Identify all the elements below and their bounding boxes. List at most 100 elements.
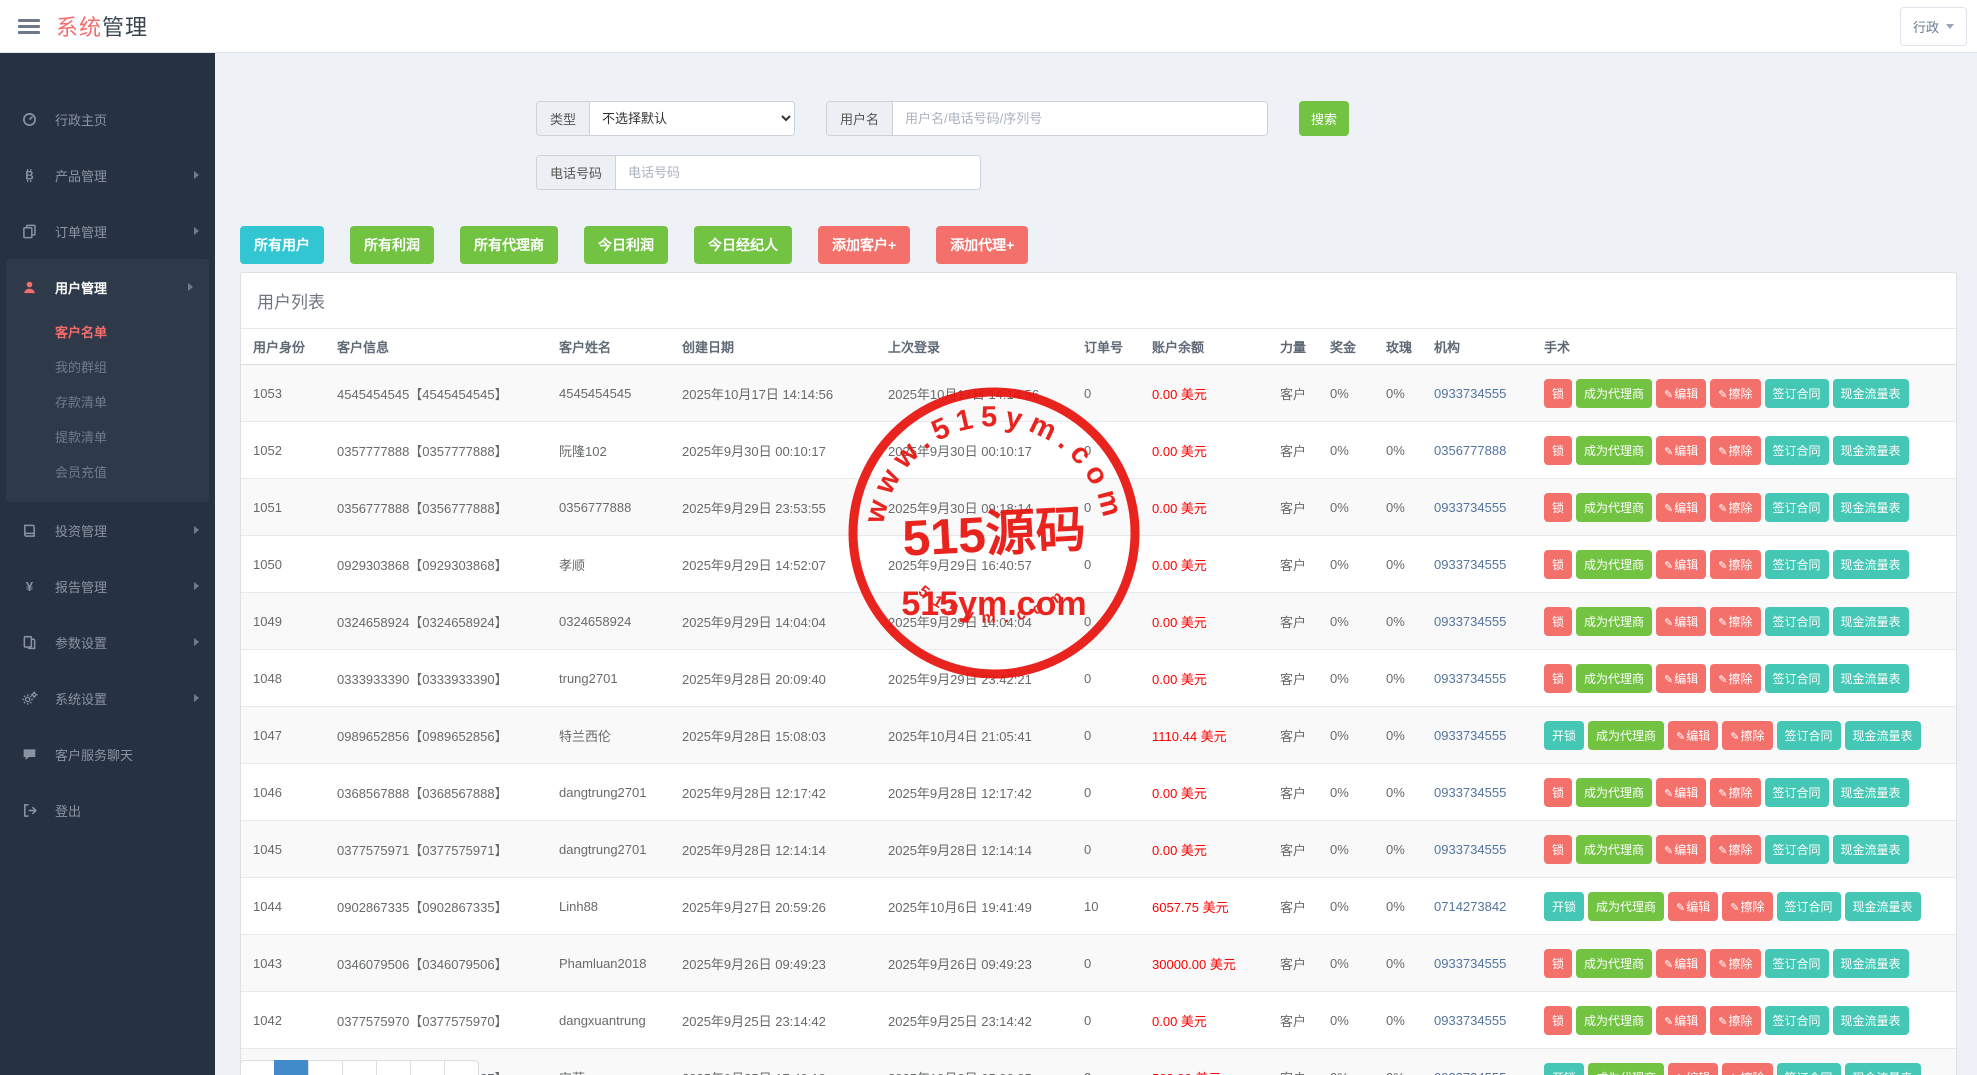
sign-contract-button[interactable]: 签订合同 [1765, 379, 1829, 408]
menu-toggle-icon[interactable] [18, 16, 40, 37]
username-input[interactable] [893, 102, 1267, 135]
cashflow-button[interactable]: 现金流量表 [1833, 379, 1909, 408]
add-agent-button[interactable]: 添加代理+ [936, 226, 1028, 264]
phone-input[interactable] [616, 156, 980, 189]
edit-button[interactable]: ✎编辑 [1656, 664, 1706, 693]
sign-contract-button[interactable]: 签订合同 [1765, 664, 1829, 693]
edit-button[interactable]: ✎编辑 [1668, 1063, 1718, 1075]
sidebar-item-products[interactable]: B产品管理 [0, 147, 215, 203]
edit-button[interactable]: ✎编辑 [1656, 835, 1706, 864]
erase-button[interactable]: ✎擦除 [1710, 436, 1760, 465]
become-agent-button[interactable]: 成为代理商 [1576, 1006, 1652, 1035]
page-3[interactable]: 3 [342, 1060, 377, 1075]
erase-button[interactable]: ✎擦除 [1710, 493, 1760, 522]
cashflow-button[interactable]: 现金流量表 [1833, 607, 1909, 636]
become-agent-button[interactable]: 成为代理商 [1576, 436, 1652, 465]
sign-contract-button[interactable]: 签订合同 [1777, 1063, 1841, 1075]
admin-dropdown-button[interactable]: 行政 [1900, 7, 1967, 46]
cell-org-value[interactable]: 0933734555 [1434, 386, 1506, 401]
sidebar-item-reports[interactable]: ¥报告管理 [0, 558, 215, 614]
sidebar-item-orders[interactable]: 订单管理 [0, 203, 215, 259]
erase-button[interactable]: ✎擦除 [1710, 949, 1760, 978]
become-agent-button[interactable]: 成为代理商 [1588, 892, 1664, 921]
become-agent-button[interactable]: 成为代理商 [1576, 607, 1652, 636]
cashflow-button[interactable]: 现金流量表 [1833, 493, 1909, 522]
sign-contract-button[interactable]: 签订合同 [1765, 607, 1829, 636]
cell-org-value[interactable]: 0714273842 [1434, 899, 1506, 914]
add-client-button[interactable]: 添加客户+ [818, 226, 910, 264]
edit-button[interactable]: ✎编辑 [1656, 607, 1706, 636]
erase-button[interactable]: ✎擦除 [1710, 550, 1760, 579]
sign-contract-button[interactable]: 签订合同 [1765, 835, 1829, 864]
sidebar-item-settings[interactable]: 系统设置 [0, 670, 215, 726]
cashflow-button[interactable]: 现金流量表 [1833, 949, 1909, 978]
cashflow-button[interactable]: 现金流量表 [1833, 778, 1909, 807]
cell-org-value[interactable]: 0933734555 [1434, 500, 1506, 515]
unlock-button[interactable]: 开锁 [1544, 721, 1584, 750]
sign-contract-button[interactable]: 签订合同 [1777, 892, 1841, 921]
page-next[interactable]: » [444, 1060, 479, 1075]
become-agent-button[interactable]: 成为代理商 [1576, 835, 1652, 864]
erase-button[interactable]: ✎擦除 [1710, 607, 1760, 636]
erase-button[interactable]: ✎擦除 [1722, 892, 1772, 921]
cell-org-value[interactable]: 0933734555 [1434, 557, 1506, 572]
erase-button[interactable]: ✎擦除 [1710, 379, 1760, 408]
cell-org-value[interactable]: 0933734555 [1434, 842, 1506, 857]
become-agent-button[interactable]: 成为代理商 [1576, 550, 1652, 579]
cashflow-button[interactable]: 现金流量表 [1833, 1006, 1909, 1035]
edit-button[interactable]: ✎编辑 [1656, 379, 1706, 408]
sidebar-item-dashboard[interactable]: 行政主页 [0, 91, 215, 147]
become-agent-button[interactable]: 成为代理商 [1576, 664, 1652, 693]
erase-button[interactable]: ✎擦除 [1722, 1063, 1772, 1075]
become-agent-button[interactable]: 成为代理商 [1576, 379, 1652, 408]
edit-button[interactable]: ✎编辑 [1656, 949, 1706, 978]
sidebar-subitem-recharge[interactable]: 会员充值 [6, 455, 209, 490]
all-agents-button[interactable]: 所有代理商 [460, 226, 558, 264]
sign-contract-button[interactable]: 签订合同 [1765, 1006, 1829, 1035]
edit-button[interactable]: ✎编辑 [1656, 1006, 1706, 1035]
sign-contract-button[interactable]: 签订合同 [1765, 436, 1829, 465]
lock-button[interactable]: 锁 [1544, 778, 1572, 807]
become-agent-button[interactable]: 成为代理商 [1588, 721, 1664, 750]
unlock-button[interactable]: 开锁 [1544, 1063, 1584, 1075]
cell-org-value[interactable]: 0933734555 [1434, 614, 1506, 629]
lock-button[interactable]: 锁 [1544, 1006, 1572, 1035]
page-1[interactable]: 1 [274, 1060, 309, 1075]
erase-button[interactable]: ✎擦除 [1710, 778, 1760, 807]
sidebar-subitem-withdrawals[interactable]: 提款清单 [6, 420, 209, 455]
cell-org-value[interactable]: 0933734555 [1434, 1070, 1506, 1075]
erase-button[interactable]: ✎擦除 [1710, 835, 1760, 864]
cashflow-button[interactable]: 现金流量表 [1845, 721, 1921, 750]
erase-button[interactable]: ✎擦除 [1710, 664, 1760, 693]
cell-org-value[interactable]: 0356777888 [1434, 443, 1506, 458]
edit-button[interactable]: ✎编辑 [1656, 778, 1706, 807]
sidebar-item-params[interactable]: 参数设置 [0, 614, 215, 670]
sidebar-subitem-deposits[interactable]: 存款清单 [6, 385, 209, 420]
become-agent-button[interactable]: 成为代理商 [1588, 1063, 1664, 1075]
type-select[interactable]: 不选择默认 [590, 102, 794, 135]
lock-button[interactable]: 锁 [1544, 949, 1572, 978]
erase-button[interactable]: ✎擦除 [1710, 1006, 1760, 1035]
page-5[interactable]: 5 [410, 1060, 445, 1075]
cell-org-value[interactable]: 0933734555 [1434, 728, 1506, 743]
edit-button[interactable]: ✎编辑 [1656, 550, 1706, 579]
edit-button[interactable]: ✎编辑 [1668, 892, 1718, 921]
sidebar-subitem-groups[interactable]: 我的群组 [6, 350, 209, 385]
today-profit-button[interactable]: 今日利润 [584, 226, 668, 264]
unlock-button[interactable]: 开锁 [1544, 892, 1584, 921]
become-agent-button[interactable]: 成为代理商 [1576, 778, 1652, 807]
erase-button[interactable]: ✎擦除 [1722, 721, 1772, 750]
edit-button[interactable]: ✎编辑 [1656, 436, 1706, 465]
sidebar-item-users[interactable]: 用户管理 [6, 259, 209, 315]
become-agent-button[interactable]: 成为代理商 [1576, 949, 1652, 978]
all-profit-button[interactable]: 所有利润 [350, 226, 434, 264]
sidebar-subitem-customers[interactable]: 客户名单 [6, 315, 209, 350]
sign-contract-button[interactable]: 签订合同 [1765, 493, 1829, 522]
sign-contract-button[interactable]: 签订合同 [1765, 949, 1829, 978]
lock-button[interactable]: 锁 [1544, 493, 1572, 522]
cashflow-button[interactable]: 现金流量表 [1833, 835, 1909, 864]
cashflow-button[interactable]: 现金流量表 [1845, 1063, 1921, 1075]
today-broker-button[interactable]: 今日经纪人 [694, 226, 792, 264]
edit-button[interactable]: ✎编辑 [1656, 493, 1706, 522]
cell-org-value[interactable]: 0933734555 [1434, 785, 1506, 800]
